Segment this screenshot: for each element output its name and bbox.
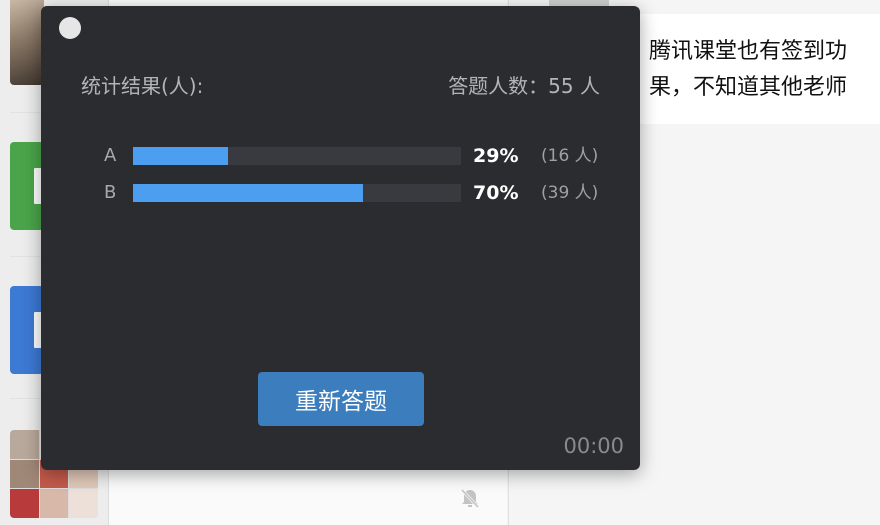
mute-bell-icon	[458, 486, 482, 510]
answer-stats-popup: 统计结果(人): 答题人数：55 人 A 29% (16 人) B 70% (3…	[41, 6, 640, 470]
group-avatar-tile	[10, 459, 39, 489]
answer-count: 答题人数：55 人	[448, 74, 600, 98]
result-percent: 29%	[473, 145, 519, 167]
group-avatar-tile	[39, 489, 69, 518]
result-count: (39 人)	[541, 183, 599, 203]
app-tile-green[interactable]	[10, 142, 44, 230]
stats-title: 统计结果(人):	[81, 74, 204, 98]
option-label: B	[104, 182, 117, 203]
avatar[interactable]	[10, 0, 44, 85]
timer: 00:00	[563, 434, 624, 458]
message-line: 腾讯课堂也有签到功	[649, 39, 848, 64]
reanswer-button[interactable]: 重新答题	[258, 372, 424, 426]
message-bubble[interactable]: 腾讯课堂也有签到功 果，不知道其他老师	[639, 14, 880, 124]
result-bar-track	[133, 147, 461, 165]
group-avatar-tile	[10, 489, 39, 518]
app-tile-blue[interactable]	[10, 286, 44, 374]
option-label: A	[104, 145, 117, 166]
result-bar-track	[133, 184, 461, 202]
result-row-b: B 70% (39 人)	[41, 181, 640, 205]
result-percent: 70%	[473, 182, 519, 204]
close-dot-icon[interactable]	[59, 17, 81, 39]
result-row-a: A 29% (16 人)	[41, 144, 640, 168]
result-count: (16 人)	[541, 146, 599, 166]
group-avatar-tile	[10, 430, 39, 459]
group-avatar-tile	[69, 489, 98, 518]
result-bar-fill	[133, 147, 229, 165]
result-bar-fill	[133, 184, 363, 202]
message-line: 果，不知道其他老师	[649, 75, 848, 100]
